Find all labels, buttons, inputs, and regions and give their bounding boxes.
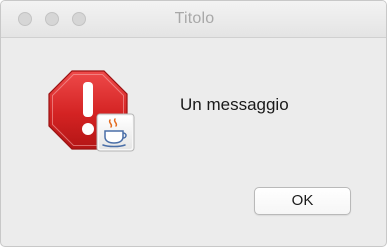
window-title: Titolo [174,10,215,27]
java-coffee-cup-icon [96,113,135,152]
alert-octagon-icon [48,70,135,152]
title-bar[interactable]: Titolo [1,1,386,38]
dialog-content: Un messaggio OK [1,38,386,246]
dialog-window: Titolo Un messaggio OK [0,0,387,247]
dialog-message: Un messaggio [180,95,289,114]
ok-button[interactable]: OK [254,187,351,215]
